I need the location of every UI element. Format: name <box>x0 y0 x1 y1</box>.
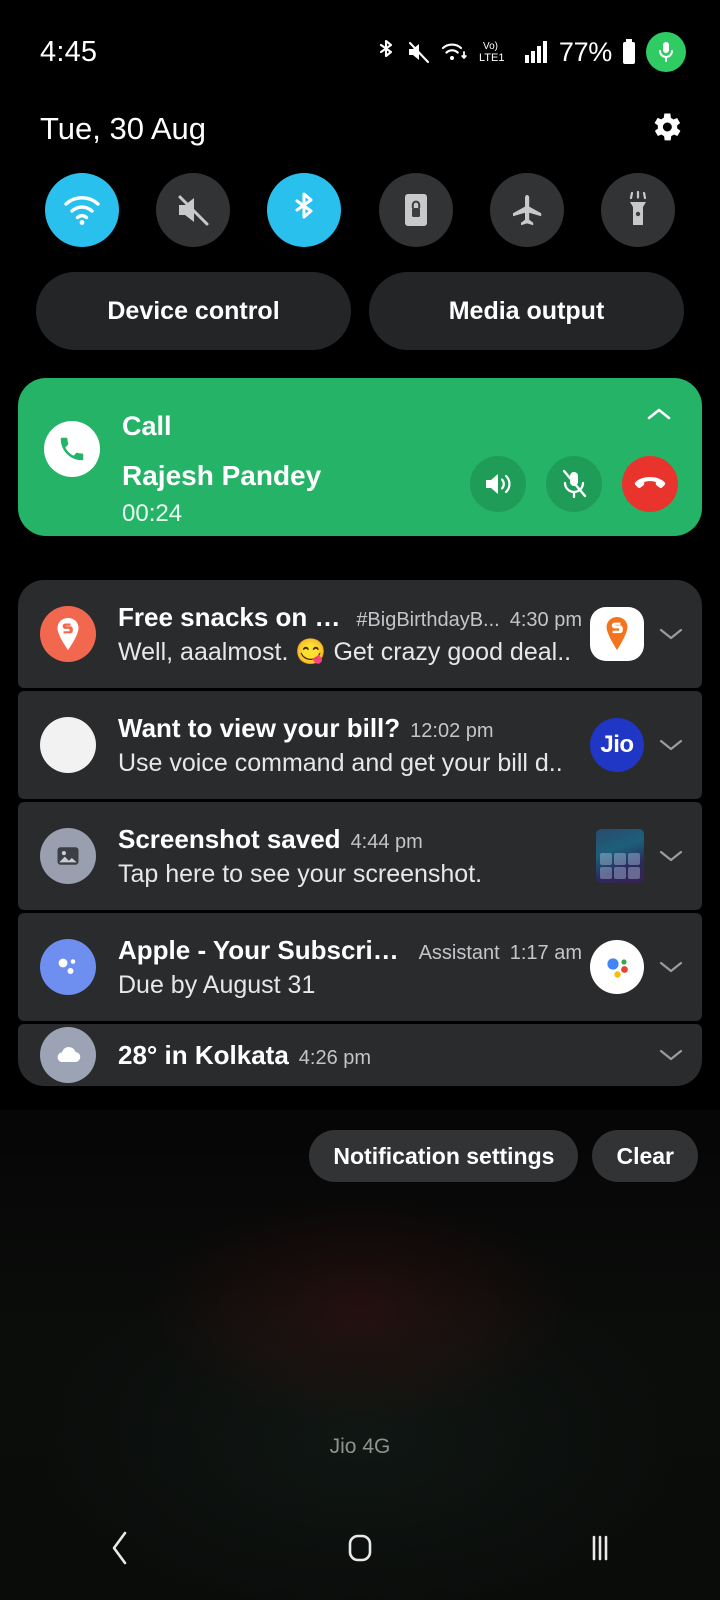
google-assistant-icon <box>590 940 644 994</box>
chevron-down-icon[interactable] <box>654 848 688 864</box>
thumbnail-app-grid <box>600 853 640 879</box>
call-contact-name: Rajesh Pandey <box>122 460 322 491</box>
device-control-button[interactable]: Device control <box>36 272 351 350</box>
qs-toggle-flashlight[interactable] <box>600 173 675 247</box>
cloud-icon <box>40 1027 96 1083</box>
jio-badge-text: Jio <box>600 731 634 758</box>
notification-right <box>590 940 688 994</box>
notification-body: Use voice command and get your bill d.. <box>118 748 563 777</box>
notification-text: Screenshot saved 4:44 pm Tap here to see… <box>118 824 596 889</box>
notification-title: 28° in Kolkata <box>118 1039 289 1070</box>
end-call-icon[interactable] <box>622 456 678 512</box>
notification-title: Want to view your bill? <box>118 712 401 743</box>
qs-toggle-airplane-mode[interactable] <box>489 173 564 247</box>
control-pills: Device control Media output <box>0 272 720 350</box>
assistant-avatar-icon <box>40 939 96 995</box>
clear-all-button[interactable]: Clear <box>592 1130 698 1182</box>
jio-avatar-icon <box>40 717 96 773</box>
notification-title: Apple - Your Subscriptio... <box>118 934 409 965</box>
notification-right <box>596 829 688 883</box>
signal-icon <box>524 40 550 64</box>
notification-body: Tap here to see your screenshot. <box>118 859 483 888</box>
qs-toggle-wifi[interactable] <box>45 173 119 247</box>
notification-right: Jio <box>590 718 688 772</box>
status-bar: 4:45 Vo) LTE1 77% <box>0 0 720 104</box>
wifi-icon <box>440 39 470 65</box>
notification-row-screenshot[interactable]: Screenshot saved 4:44 pm Tap here to see… <box>18 802 702 910</box>
notification-settings-button[interactable]: Notification settings <box>309 1130 579 1182</box>
svg-text:LTE1: LTE1 <box>479 52 504 64</box>
notification-text: 28° in Kolkata 4:26 pm <box>118 1040 654 1071</box>
swiggy-avatar-icon <box>40 606 96 662</box>
speaker-icon[interactable] <box>470 456 526 512</box>
chevron-down-icon[interactable] <box>654 626 688 642</box>
shade-footer: Notification settings Clear <box>309 1130 698 1182</box>
qs-toggle-auto-rotate[interactable] <box>378 173 453 247</box>
home-icon[interactable] <box>300 1513 420 1583</box>
notification-time: 4:44 pm <box>350 830 423 853</box>
chevron-up-icon[interactable] <box>644 404 674 429</box>
notification-meta: #BigBirthdayB... <box>356 608 500 631</box>
date-label: Tue, 30 Aug <box>40 111 207 146</box>
chevron-down-icon[interactable] <box>654 1047 688 1063</box>
notification-text: Free snacks on our... #BigBirthdayB... 4… <box>118 602 590 667</box>
notification-text: Apple - Your Subscriptio... Assistant 1:… <box>118 935 590 1000</box>
qs-toggle-sound[interactable] <box>156 173 231 247</box>
call-label: Call <box>122 411 172 441</box>
notification-body: Well, aaalmost. 😋 Get crazy good deal.. <box>118 637 572 666</box>
chevron-down-icon[interactable] <box>654 737 688 753</box>
notification-list: Free snacks on our... #BigBirthdayB... 4… <box>18 580 702 1089</box>
jio-app-badge-icon: Jio <box>590 718 644 772</box>
bluetooth-icon <box>376 38 396 66</box>
media-output-button[interactable]: Media output <box>369 272 684 350</box>
swiggy-app-badge-icon <box>590 607 644 661</box>
call-action-buttons <box>470 456 678 512</box>
svg-text:Vo): Vo) <box>483 41 498 52</box>
call-duration: 00:24 <box>122 500 183 527</box>
qs-toggle-bluetooth[interactable] <box>267 173 342 247</box>
battery-percent: 77% <box>558 36 612 67</box>
notification-meta: Assistant <box>418 941 500 964</box>
notification-right <box>590 607 688 661</box>
notification-title: Screenshot saved <box>118 823 341 854</box>
call-avatar <box>44 421 100 477</box>
notification-body: Due by August 31 <box>118 970 316 999</box>
notification-text: Want to view your bill? 12:02 pm Use voi… <box>118 713 590 778</box>
screenshot-thumbnail[interactable] <box>596 829 644 883</box>
notification-row-swiggy[interactable]: Free snacks on our... #BigBirthdayB... 4… <box>18 580 702 688</box>
volte-icon: Vo) LTE1 <box>479 38 515 66</box>
notification-time: 1:17 am <box>509 941 582 964</box>
mute-icon <box>405 39 431 65</box>
notification-time: 4:26 pm <box>298 1046 372 1069</box>
battery-icon <box>621 38 637 66</box>
notification-right <box>654 1047 688 1063</box>
back-icon[interactable] <box>60 1513 180 1583</box>
chevron-down-icon[interactable] <box>654 959 688 975</box>
status-clock: 4:45 <box>40 35 98 68</box>
navigation-bar <box>0 1495 720 1600</box>
notification-time: 4:30 pm <box>509 608 582 631</box>
status-icons: Vo) LTE1 77% <box>376 32 686 72</box>
ongoing-call-notification[interactable]: Call Rajesh Pandey 00:24 <box>18 378 702 536</box>
notification-row-assistant[interactable]: Apple - Your Subscriptio... Assistant 1:… <box>18 913 702 1021</box>
notification-time: 12:02 pm <box>410 719 494 742</box>
notification-row-jio[interactable]: Want to view your bill? 12:02 pm Use voi… <box>18 691 702 799</box>
notification-title: Free snacks on our... <box>118 601 347 632</box>
quick-settings-row <box>0 173 720 247</box>
gear-icon[interactable] <box>648 109 684 150</box>
mic-mute-icon[interactable] <box>546 456 602 512</box>
notification-shade: 4:45 Vo) LTE1 77% Tue, 30 Aug Device con… <box>0 0 720 1600</box>
date-row: Tue, 30 Aug <box>0 100 720 158</box>
notification-row-weather[interactable]: 28° in Kolkata 4:26 pm <box>18 1024 702 1086</box>
recents-icon[interactable] <box>540 1513 660 1583</box>
carrier-label: Jio 4G <box>329 1435 391 1458</box>
mic-recording-icon <box>646 32 686 72</box>
gallery-image-icon <box>40 828 96 884</box>
